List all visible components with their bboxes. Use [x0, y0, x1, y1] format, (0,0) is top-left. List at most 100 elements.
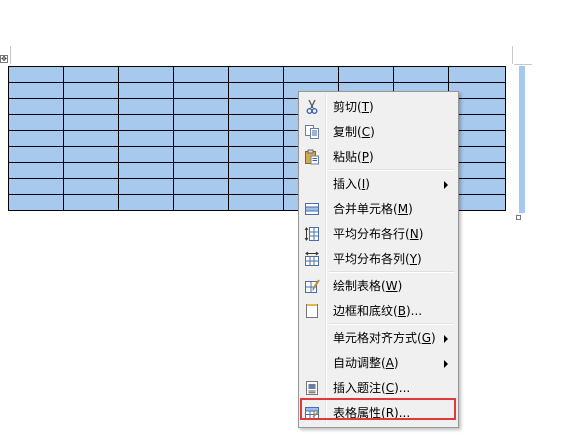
page-corner-mark-left [10, 46, 11, 64]
table-cell[interactable] [8, 66, 64, 83]
menu-item-distribute-columns[interactable]: 平均分布各列(Y) [301, 247, 456, 271]
table-cell[interactable] [8, 194, 64, 211]
scissors-icon [304, 99, 320, 115]
table-cell[interactable] [8, 98, 64, 115]
table-cell[interactable] [228, 178, 284, 195]
table-cell[interactable] [173, 130, 229, 147]
menu-item-item-9[interactable]: 单元格对齐方式(G) [301, 326, 456, 350]
table-cell[interactable] [228, 66, 284, 83]
menu-item-label: 剪切(T) [333, 100, 374, 114]
menu-item-text: 自动调整 [333, 356, 382, 370]
menu-item-label: 粘贴(P) [333, 150, 374, 164]
table-cell[interactable] [393, 66, 449, 83]
menu-item-accelerator: P [361, 150, 369, 164]
menu-item-accelerator: C [361, 125, 371, 139]
menu-item-ellipsis: ... [410, 304, 423, 318]
table-cell[interactable] [63, 162, 119, 179]
menu-item-insert-caption[interactable]: 插入题注(C)... [301, 376, 456, 400]
table-cell[interactable] [448, 66, 506, 83]
menu-item-merge-cells[interactable]: 合并单元格(M) [301, 197, 456, 221]
menu-item-distribute-rows[interactable]: 平均分布各行(N) [301, 222, 456, 246]
menu-item-label: 复制(C) [333, 125, 375, 139]
table-cell[interactable] [173, 114, 229, 131]
menu-item-accelerator: A [385, 356, 394, 370]
table-cell[interactable] [228, 114, 284, 131]
table-resize-handle[interactable] [516, 215, 521, 220]
table-move-handle[interactable]: ✥ [0, 55, 8, 63]
table-cell[interactable] [173, 146, 229, 163]
menu-item-text: 复制 [333, 125, 358, 139]
table-cell[interactable] [8, 146, 64, 163]
table-cell[interactable] [228, 98, 284, 115]
table-cell[interactable] [173, 82, 229, 99]
row-end-marks [519, 66, 525, 213]
menu-item-label: 边框和底纹(B)... [333, 304, 423, 318]
menu-item-text: 边框和底纹 [333, 304, 394, 318]
table-cell[interactable] [118, 146, 174, 163]
table-cell[interactable] [118, 178, 174, 195]
table-cell[interactable] [8, 130, 64, 147]
menu-item-label: 平均分布各行(N) [333, 227, 424, 241]
menu-item-scissors[interactable]: 剪切(T) [301, 95, 456, 119]
table-cell[interactable] [173, 162, 229, 179]
table-cell[interactable] [228, 194, 284, 211]
menu-item-draw-table[interactable]: 绘制表格(W) [301, 274, 456, 298]
copy-icon [304, 124, 320, 140]
table-cell[interactable] [8, 114, 64, 131]
table-row [8, 66, 506, 83]
menu-item-borders-shading[interactable]: 边框和底纹(B)... [301, 299, 456, 323]
menu-item-copy[interactable]: 复制(C) [301, 120, 456, 144]
table-cell[interactable] [8, 178, 64, 195]
table-cell[interactable] [283, 66, 339, 83]
submenu-arrow-icon [444, 181, 448, 189]
table-cell[interactable] [118, 66, 174, 83]
table-cell[interactable] [63, 194, 119, 211]
table-cell[interactable] [118, 114, 174, 131]
table-cell[interactable] [228, 146, 284, 163]
table-cell[interactable] [118, 194, 174, 211]
table-cell[interactable] [63, 178, 119, 195]
distribute-columns-icon [304, 251, 320, 267]
menu-item-paste[interactable]: 粘贴(P) [301, 145, 456, 169]
menu-item-item-3[interactable]: 插入(I) [301, 172, 456, 196]
highlight-box [300, 398, 456, 420]
table-cell[interactable] [118, 82, 174, 99]
menu-item-accelerator: Y [409, 252, 418, 266]
draw-table-icon [304, 278, 320, 294]
menu-item-label: 单元格对齐方式(G) [333, 331, 436, 345]
table-cell[interactable] [173, 98, 229, 115]
table-cell[interactable] [63, 146, 119, 163]
table-cell[interactable] [118, 98, 174, 115]
menu-item-text: 合并单元格 [333, 202, 394, 216]
table-cell[interactable] [173, 178, 229, 195]
menu-item-item-10[interactable]: 自动调整(A) [301, 351, 456, 375]
table-cell[interactable] [228, 162, 284, 179]
menu-item-accelerator: G [421, 331, 432, 345]
table-cell[interactable] [173, 66, 229, 83]
table-cell[interactable] [118, 130, 174, 147]
menu-item-text: 平均分布各行 [333, 227, 406, 241]
table-cell[interactable] [63, 82, 119, 99]
table-cell[interactable] [8, 82, 64, 99]
menu-item-text: 绘制表格 [333, 279, 382, 293]
menu-item-text: 平均分布各列 [333, 252, 406, 266]
table-cell[interactable] [8, 162, 64, 179]
insert-caption-icon [304, 380, 320, 396]
menu-item-text: 插入题注 [333, 381, 382, 395]
table-cell[interactable] [118, 162, 174, 179]
page-corner-mark-right [512, 46, 513, 64]
menu-item-ellipsis: ... [398, 381, 411, 395]
table-cell[interactable] [63, 114, 119, 131]
table-cell[interactable] [63, 130, 119, 147]
menu-item-accelerator: M [397, 202, 409, 216]
menu-item-label: 绘制表格(W) [333, 279, 403, 293]
menu-item-accelerator: W [385, 279, 398, 293]
table-cell[interactable] [228, 130, 284, 147]
menu-item-accelerator: N [409, 227, 419, 241]
table-cell[interactable] [173, 194, 229, 211]
table-cell[interactable] [228, 82, 284, 99]
table-cell[interactable] [338, 66, 394, 83]
table-cell[interactable] [63, 66, 119, 83]
table-cell[interactable] [63, 98, 119, 115]
menu-item-accelerator: C [385, 381, 395, 395]
